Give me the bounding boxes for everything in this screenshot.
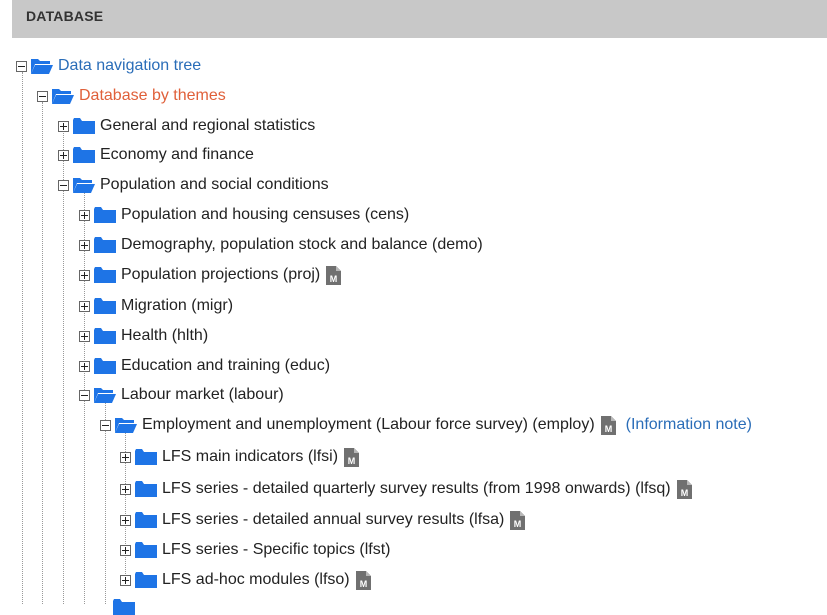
tree-node-root[interactable]: Data navigation tree	[16, 54, 201, 78]
folder-open-icon	[52, 88, 74, 104]
folder-icon	[94, 267, 116, 283]
expand-toggle[interactable]	[120, 451, 131, 463]
metadata-icon[interactable]	[677, 480, 692, 499]
folder-icon	[135, 572, 157, 588]
collapse-toggle[interactable]	[100, 419, 111, 431]
expand-toggle[interactable]	[79, 360, 90, 372]
tree-node-label[interactable]: Migration (migr)	[121, 297, 233, 315]
panel-header: DATABASE	[12, 0, 827, 38]
tree-node-labour[interactable]: Labour market (labour)	[79, 383, 284, 407]
tree-node-label[interactable]: Health (hlth)	[121, 327, 208, 345]
collapse-toggle[interactable]	[16, 60, 27, 72]
folder-open-icon	[94, 387, 116, 403]
panel-title: DATABASE	[26, 8, 104, 24]
tree-node-lfso[interactable]: LFS ad-hoc modules (lfso)	[120, 568, 371, 592]
tree-guide-line	[22, 72, 23, 604]
tree-node-educ[interactable]: Education and training (educ)	[79, 354, 330, 378]
tree-node-hlth[interactable]: Health (hlth)	[79, 324, 208, 348]
expand-toggle[interactable]	[79, 269, 90, 281]
folder-open-icon	[73, 177, 95, 193]
tree-node-label[interactable]: Labour market (labour)	[121, 386, 284, 404]
expand-toggle[interactable]	[120, 514, 131, 526]
tree-node-lfst[interactable]: LFS series - Specific topics (lfst)	[120, 538, 391, 562]
tree-node-label[interactable]: LFS series - Specific topics (lfst)	[162, 541, 391, 559]
metadata-icon[interactable]	[601, 416, 616, 435]
tree-guide-line	[42, 102, 43, 604]
folder-icon	[94, 328, 116, 344]
tree-node-lfsi[interactable]: LFS main indicators (lfsi)	[120, 445, 359, 469]
expand-toggle[interactable]	[58, 120, 69, 132]
expand-toggle[interactable]	[58, 149, 69, 161]
folder-icon	[73, 118, 95, 134]
folder-icon	[94, 207, 116, 223]
tree-node-lfsq[interactable]: LFS series - detailed quarterly survey r…	[120, 477, 692, 501]
folder-icon	[135, 512, 157, 528]
tree-node-label[interactable]: LFS series - detailed quarterly survey r…	[162, 480, 671, 498]
tree-node-cens[interactable]: Population and housing censuses (cens)	[79, 203, 409, 227]
collapse-toggle[interactable]	[37, 90, 48, 102]
tree-node-economy[interactable]: Economy and finance	[58, 143, 254, 167]
folder-icon	[135, 542, 157, 558]
tree-node-population-social[interactable]: Population and social conditions	[58, 173, 329, 197]
expand-toggle[interactable]	[79, 330, 90, 342]
folder-icon	[135, 481, 157, 497]
expand-toggle[interactable]	[79, 300, 90, 312]
metadata-icon[interactable]	[356, 571, 371, 590]
tree-node-label[interactable]: LFS main indicators (lfsi)	[162, 448, 338, 466]
tree-node-label[interactable]: Population projections (proj)	[121, 266, 320, 284]
metadata-icon[interactable]	[326, 266, 341, 285]
folder-icon	[73, 147, 95, 163]
tree-node-label[interactable]: Economy and finance	[100, 146, 254, 164]
tree-node-label[interactable]: Employment and unemployment (Labour forc…	[142, 416, 595, 434]
expand-toggle[interactable]	[120, 544, 131, 556]
collapse-toggle[interactable]	[79, 389, 90, 401]
tree-node-general[interactable]: General and regional statistics	[58, 114, 315, 138]
folder-icon	[113, 599, 135, 615]
tree-node-demo[interactable]: Demography, population stock and balance…	[79, 233, 483, 257]
tree-node-lfsa[interactable]: LFS series - detailed annual survey resu…	[120, 508, 525, 532]
tree-node-label[interactable]: Database by themes	[79, 87, 226, 105]
tree-node-label[interactable]: Population and social conditions	[100, 176, 329, 194]
tree-guide-line	[63, 130, 64, 604]
expand-toggle[interactable]	[79, 239, 90, 251]
tree-node-themes[interactable]: Database by themes	[37, 84, 226, 108]
folder-icon	[135, 449, 157, 465]
expand-toggle[interactable]	[79, 209, 90, 221]
tree-node-migr[interactable]: Migration (migr)	[79, 294, 233, 318]
expand-toggle[interactable]	[120, 574, 131, 586]
folder-open-icon	[31, 58, 53, 74]
folder-icon	[94, 298, 116, 314]
tree-node-employ[interactable]: Employment and unemployment (Labour forc…	[100, 413, 752, 437]
tree-node-label[interactable]: LFS ad-hoc modules (lfso)	[162, 571, 350, 589]
tree-node-label[interactable]: Education and training (educ)	[121, 357, 330, 375]
expand-toggle[interactable]	[120, 483, 131, 495]
folder-icon	[94, 358, 116, 374]
tree-node-label[interactable]: Data navigation tree	[58, 57, 201, 75]
metadata-icon[interactable]	[510, 511, 525, 530]
tree-node-label[interactable]: General and regional statistics	[100, 117, 315, 135]
metadata-icon[interactable]	[344, 448, 359, 467]
collapse-toggle[interactable]	[58, 179, 69, 191]
tree-node-label[interactable]: LFS series - detailed annual survey resu…	[162, 511, 504, 529]
folder-open-icon	[115, 417, 137, 433]
tree-node-proj[interactable]: Population projections (proj)	[79, 263, 341, 287]
tree-node-label[interactable]: Population and housing censuses (cens)	[121, 206, 409, 224]
information-note-link[interactable]: (Information note)	[626, 416, 752, 434]
folder-icon	[94, 237, 116, 253]
tree-node-label[interactable]: Demography, population stock and balance…	[121, 236, 483, 254]
